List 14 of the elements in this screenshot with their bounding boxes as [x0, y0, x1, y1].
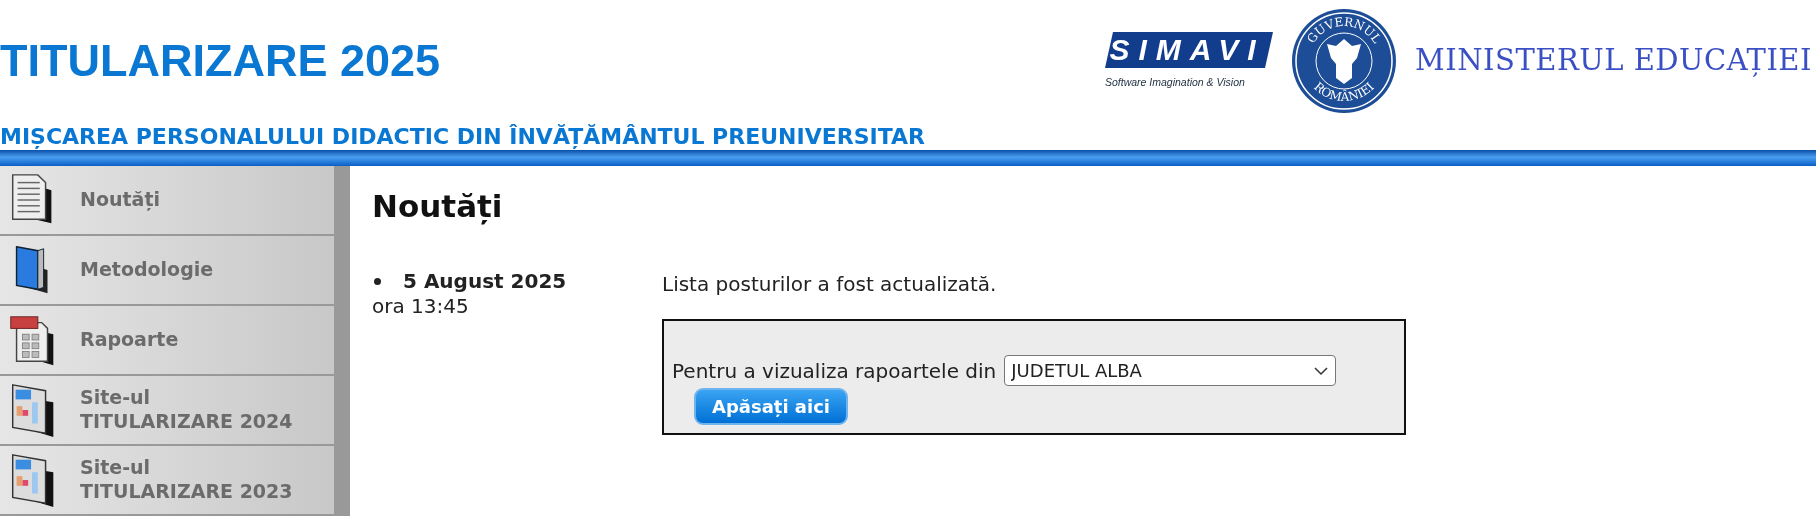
- site-title: TITULARIZARE 2025: [0, 34, 441, 83]
- site-subtitle: MIȘCAREA PERSONALULUI DIDACTIC DIN ÎNVĂȚĂMÂNTUL PREUNIVERSITAR: [0, 126, 925, 148]
- page-heading: Noutăți: [372, 188, 504, 226]
- news-date: 5 August 2025: [403, 269, 567, 295]
- sidebar-item[interactable]: Rapoarte: [0, 306, 334, 376]
- news-time: ora 13:45: [372, 294, 470, 320]
- sidebar-item[interactable]: Metodologie: [0, 236, 334, 306]
- submit-button[interactable]: Apăsați aici: [694, 388, 849, 426]
- sidebar-item[interactable]: Site-ul TITULARIZARE 2024: [0, 376, 334, 446]
- sidebar-item[interactable]: Noutăți: [0, 166, 334, 236]
- form-label: Pentru a vizualiza rapoartele din: [672, 357, 997, 385]
- news-text: Lista posturilor a fost actualizată.: [662, 271, 998, 299]
- sidebar-item[interactable]: Site-ul TITULARIZARE 2023: [0, 446, 334, 516]
- ministry-name: MINISTERUL EDUCAȚIEI: [1415, 42, 1812, 80]
